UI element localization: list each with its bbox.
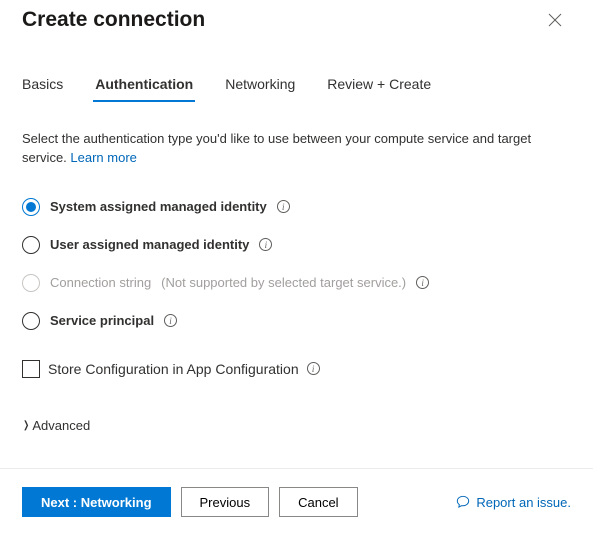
advanced-toggle[interactable]: ❯ Advanced [22, 418, 571, 433]
feedback-icon [456, 495, 470, 509]
option-note: (Not supported by selected target servic… [161, 275, 406, 290]
close-icon [548, 13, 562, 27]
report-issue-label: Report an issue. [476, 495, 571, 510]
option-label: Connection string [50, 275, 151, 290]
info-icon[interactable]: i [164, 314, 177, 327]
radio-icon [22, 236, 40, 254]
option-label: Service principal [50, 313, 154, 328]
advanced-label: Advanced [32, 418, 90, 433]
info-icon[interactable]: i [259, 238, 272, 251]
page-title: Create connection [22, 8, 539, 32]
auth-options: System assigned managed identity i User … [22, 198, 571, 330]
info-icon[interactable]: i [416, 276, 429, 289]
report-issue-link[interactable]: Report an issue. [456, 495, 571, 510]
option-user-assigned[interactable]: User assigned managed identity i [22, 236, 571, 254]
description: Select the authentication type you'd lik… [22, 130, 571, 168]
option-label: System assigned managed identity [50, 199, 267, 214]
chevron-right-icon: ❯ [23, 420, 29, 431]
option-service-principal[interactable]: Service principal i [22, 312, 571, 330]
store-config-label: Store Configuration in App Configuration [48, 361, 299, 377]
info-icon[interactable]: i [277, 200, 290, 213]
tab-authentication[interactable]: Authentication [95, 76, 193, 102]
footer: Next : Networking Previous Cancel Report… [0, 468, 593, 517]
tab-networking[interactable]: Networking [225, 76, 295, 102]
option-system-assigned[interactable]: System assigned managed identity i [22, 198, 571, 216]
next-button[interactable]: Next : Networking [22, 487, 171, 517]
previous-button[interactable]: Previous [181, 487, 270, 517]
option-connection-string: Connection string (Not supported by sele… [22, 274, 571, 292]
store-config-checkbox[interactable] [22, 360, 40, 378]
tabs: Basics Authentication Networking Review … [22, 76, 571, 102]
cancel-button[interactable]: Cancel [279, 487, 357, 517]
radio-icon [22, 198, 40, 216]
tab-basics[interactable]: Basics [22, 76, 63, 102]
option-label: User assigned managed identity [50, 237, 249, 252]
store-config-row: Store Configuration in App Configuration… [22, 360, 571, 378]
radio-icon [22, 274, 40, 292]
radio-icon [22, 312, 40, 330]
info-icon[interactable]: i [307, 362, 320, 375]
close-button[interactable] [539, 4, 571, 36]
tab-review-create[interactable]: Review + Create [327, 76, 431, 102]
learn-more-link[interactable]: Learn more [70, 150, 136, 165]
